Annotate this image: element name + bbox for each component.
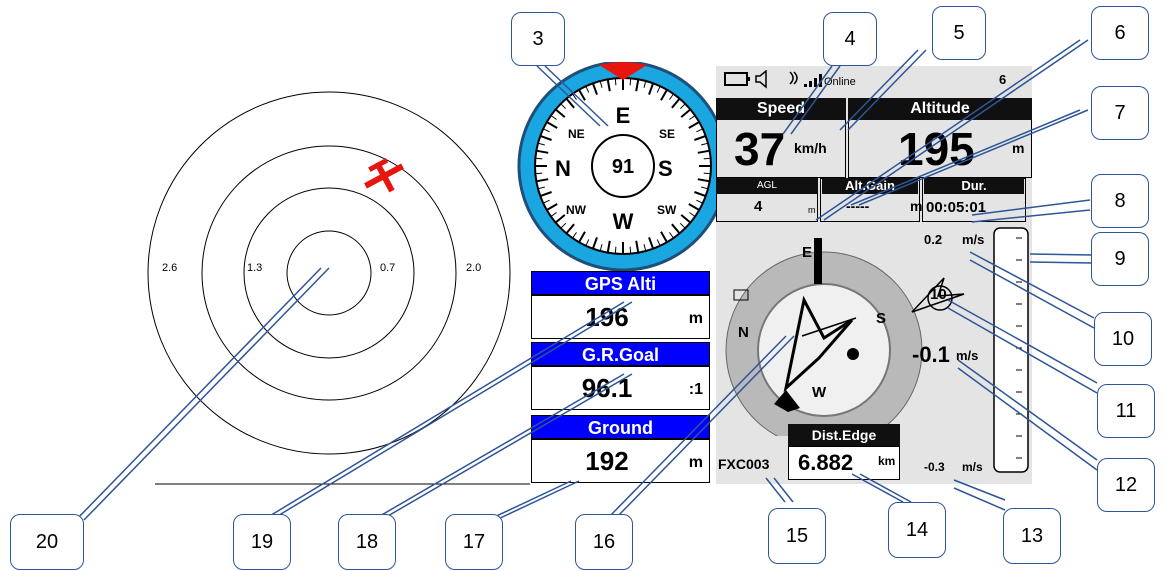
- callout-20: 20: [10, 514, 84, 570]
- callout-16: 16: [575, 514, 633, 570]
- callout-10: 10: [1094, 312, 1152, 366]
- callout-18: 18: [338, 514, 396, 570]
- callout-13: 13: [1003, 508, 1061, 564]
- callout-6: 6: [1091, 6, 1149, 60]
- callout-15: 15: [768, 508, 826, 564]
- callout-14: 14: [888, 502, 946, 558]
- callout-4: 4: [823, 12, 877, 66]
- callout-8: 8: [1091, 174, 1149, 228]
- callout-7: 7: [1091, 86, 1149, 140]
- callout-11: 11: [1097, 384, 1155, 438]
- callout-leaders: [75, 39, 1098, 521]
- callout-12: 12: [1097, 458, 1155, 512]
- callout-9: 9: [1091, 232, 1149, 286]
- callout-5: 5: [932, 6, 986, 60]
- callout-3: 3: [511, 12, 565, 66]
- callout-17: 17: [445, 514, 503, 570]
- callout-19: 19: [233, 514, 291, 570]
